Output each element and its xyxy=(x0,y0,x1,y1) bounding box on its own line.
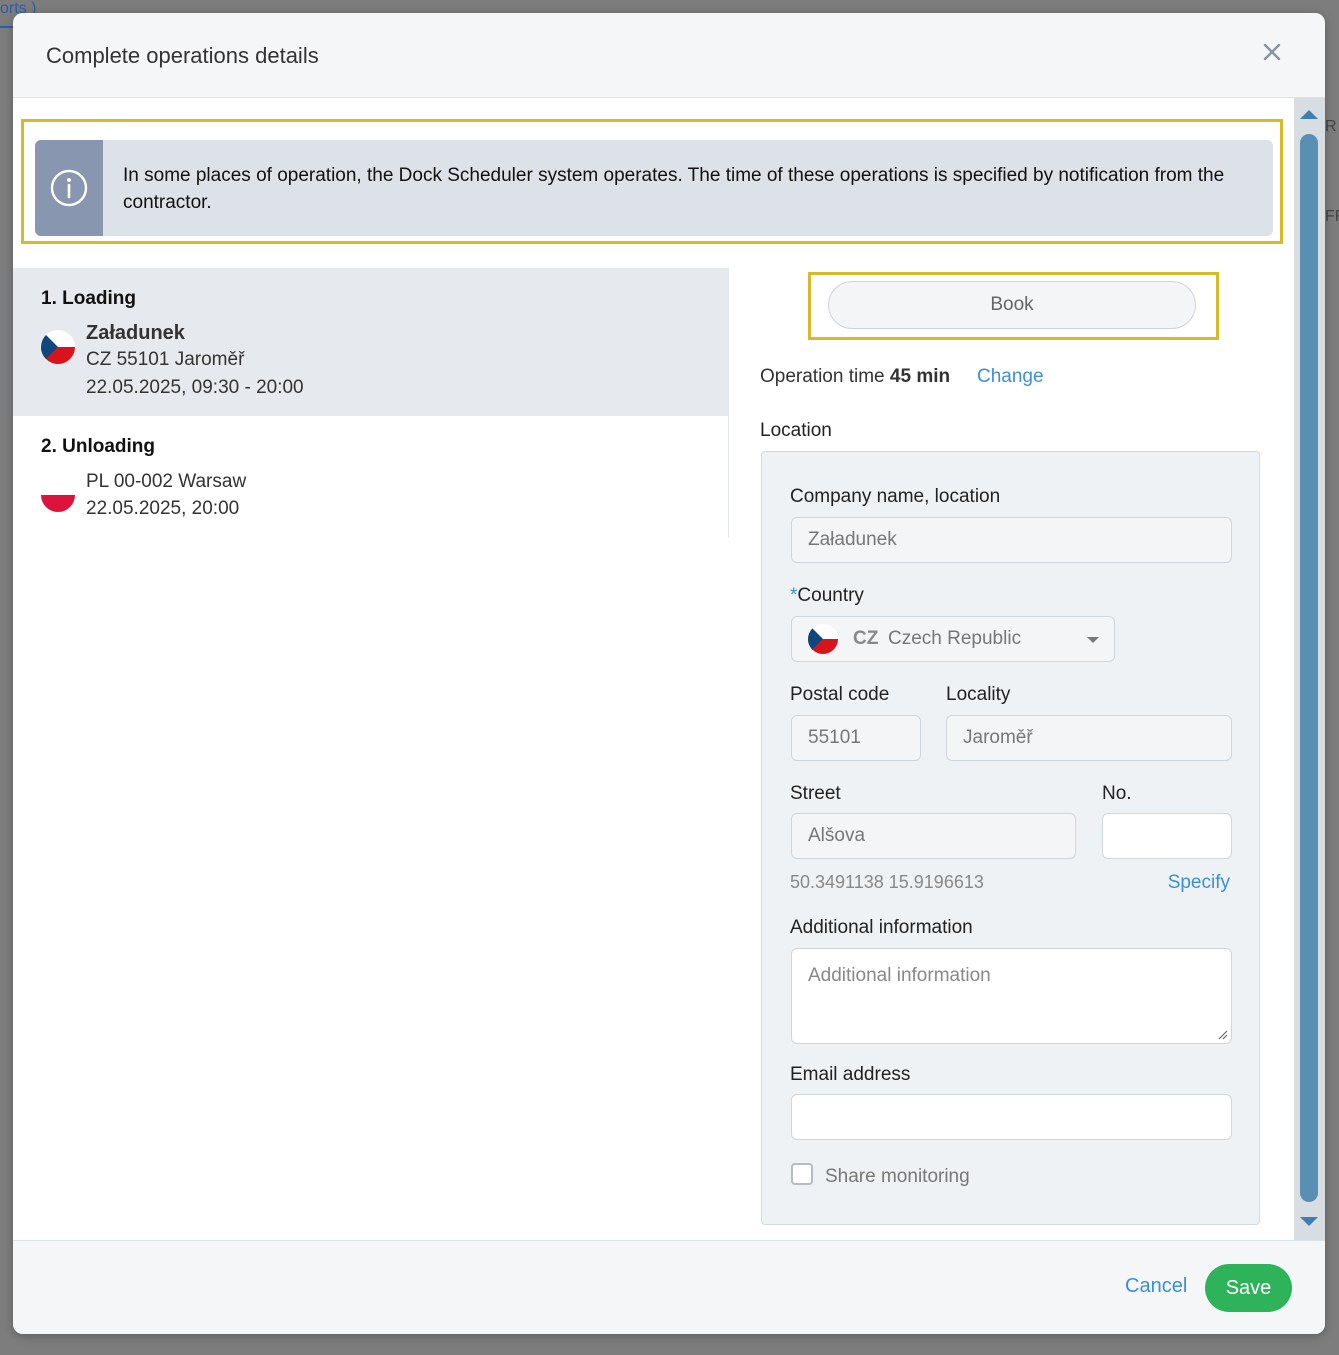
czech-flag-icon xyxy=(41,330,75,364)
share-monitoring-checkbox[interactable] xyxy=(791,1163,813,1185)
scroll-down-arrow-icon[interactable] xyxy=(1300,1217,1318,1226)
change-time-link[interactable]: Change xyxy=(977,366,1044,388)
scroll-up-arrow-icon[interactable] xyxy=(1300,110,1318,119)
postal-code-label: Postal code xyxy=(790,684,890,705)
scroll-thumb[interactable] xyxy=(1300,134,1318,1202)
background-text: FF xyxy=(1325,208,1339,225)
operation-time-info: Operation time 45 min xyxy=(760,366,950,388)
additional-info-textarea[interactable]: Additional information xyxy=(791,948,1232,1044)
operation-time-value: 45 min xyxy=(889,366,951,387)
postal-code-input[interactable]: 55101 xyxy=(791,715,921,761)
info-icon-panel xyxy=(35,140,103,236)
modal-body: In some places of operation, the Dock Sc… xyxy=(13,98,1294,1240)
operation-time-label: Operation time xyxy=(760,366,885,387)
close-icon xyxy=(1263,43,1281,61)
country-select[interactable]: CZ Czech Republic xyxy=(791,616,1115,662)
save-button[interactable]: Save xyxy=(1205,1264,1292,1312)
info-icon xyxy=(50,169,88,207)
country-code: CZ xyxy=(853,628,879,649)
email-input[interactable] xyxy=(791,1094,1232,1140)
number-label: No. xyxy=(1102,783,1132,804)
additional-info-placeholder: Additional information xyxy=(808,965,991,986)
background-text: R xyxy=(1325,118,1337,135)
cancel-button[interactable]: Cancel xyxy=(1125,1275,1187,1298)
country-label-text: Country xyxy=(797,585,864,606)
street-input[interactable]: Alšova xyxy=(791,813,1076,859)
additional-info-label: Additional information xyxy=(790,917,973,938)
modal-header: Complete operations details xyxy=(13,13,1325,98)
resize-handle-icon[interactable] xyxy=(1216,1028,1228,1040)
operation-item-loading[interactable]: 1. Loading Załadunek CZ 55101 Jaroměř 22… xyxy=(13,268,728,416)
country-name: Czech Republic xyxy=(888,628,1022,649)
modal-footer: Cancel Save xyxy=(13,1240,1325,1334)
operation-address: CZ 55101 Jaroměř xyxy=(86,349,245,370)
operations-modal: Complete operations details In some plac… xyxy=(13,13,1325,1334)
company-label: Company name, location xyxy=(790,486,1001,507)
polish-flag-icon xyxy=(41,478,75,512)
modal-title: Complete operations details xyxy=(46,43,319,68)
operation-item-unloading[interactable]: 2. Unloading PL 00-002 Warsaw 22.05.2025… xyxy=(13,416,728,538)
operation-name: Załadunek xyxy=(86,322,185,344)
operations-list: 1. Loading Załadunek CZ 55101 Jaroměř 22… xyxy=(13,268,729,538)
company-input[interactable]: Załadunek xyxy=(791,517,1232,563)
location-panel: Company name, location Załadunek *Countr… xyxy=(761,451,1260,1225)
country-label: *Country xyxy=(790,585,864,607)
close-button[interactable] xyxy=(1257,37,1287,67)
specify-link[interactable]: Specify xyxy=(1168,872,1230,894)
locality-label: Locality xyxy=(946,684,1011,705)
operation-address: PL 00-002 Warsaw xyxy=(86,471,247,492)
operation-title: 2. Unloading xyxy=(41,436,155,457)
coordinates: 50.3491138 15.9196613 xyxy=(790,872,984,892)
email-label: Email address xyxy=(790,1064,911,1085)
location-heading: Location xyxy=(760,420,832,441)
operation-title: 1. Loading xyxy=(41,288,136,309)
operation-time: 22.05.2025, 20:00 xyxy=(86,498,240,519)
number-input[interactable] xyxy=(1102,813,1232,859)
scrollbar[interactable] xyxy=(1294,98,1325,1240)
share-monitoring-label[interactable]: Share monitoring xyxy=(825,1166,970,1188)
locality-input[interactable]: Jaroměř xyxy=(946,715,1232,761)
chevron-down-icon xyxy=(1087,637,1099,643)
street-label: Street xyxy=(790,783,841,804)
czech-flag-icon xyxy=(808,624,838,654)
info-banner: In some places of operation, the Dock Sc… xyxy=(35,140,1273,236)
book-button[interactable]: Book xyxy=(828,281,1196,329)
info-text: In some places of operation, the Dock Sc… xyxy=(123,165,1225,213)
operation-time: 22.05.2025, 09:30 - 20:00 xyxy=(86,377,304,398)
